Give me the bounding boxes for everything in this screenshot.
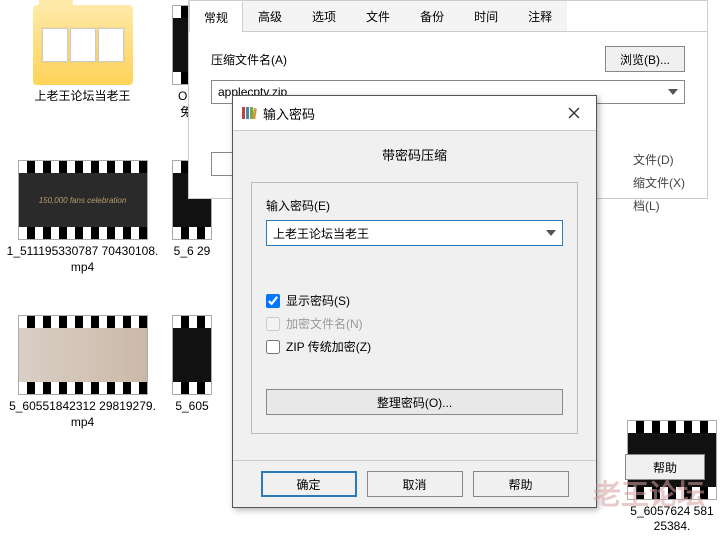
item-label: 5_60551842312 29819279.mp4	[5, 399, 160, 430]
folder-item[interactable]: 上老王论坛当老王	[5, 5, 160, 120]
right-options: 文件(D) 缩文件(X) 档(L)	[633, 151, 685, 214]
show-password-checkbox[interactable]	[266, 294, 280, 308]
books-icon	[241, 105, 257, 121]
tab-general[interactable]: 常规	[189, 1, 243, 32]
dialog-footer: 确定 取消 帮助	[233, 460, 596, 507]
tab-files[interactable]: 文件	[351, 1, 405, 31]
zip-legacy-row[interactable]: ZIP 传统加密(Z)	[266, 338, 563, 355]
item-label: 5_6 29	[172, 244, 212, 260]
video-icon	[18, 315, 148, 395]
dialog-help-button[interactable]: 帮助	[473, 471, 569, 497]
opt-files: 文件(D)	[633, 151, 685, 168]
encrypt-names-label: 加密文件名(N)	[286, 315, 363, 332]
tab-backup[interactable]: 备份	[405, 1, 459, 31]
password-group: 输入密码(E) 显示密码(S) 加密文件名(N) ZIP 传统加密(Z) 整理密…	[251, 182, 578, 434]
tab-time[interactable]: 时间	[459, 1, 513, 31]
ok-button[interactable]: 确定	[261, 471, 357, 497]
item-label: 1_511195330787 70430108.mp4	[5, 244, 160, 275]
tab-advanced[interactable]: 高级	[243, 1, 297, 31]
dialog-subtitle: 带密码压缩	[251, 145, 578, 164]
item-label: 5_605	[172, 399, 212, 415]
video-icon	[172, 315, 212, 395]
tab-options[interactable]: 选项	[297, 1, 351, 31]
zip-legacy-label: ZIP 传统加密(Z)	[286, 338, 371, 355]
video-item[interactable]: 5_60551842312 29819279.mp4	[5, 315, 160, 430]
encrypt-names-row: 加密文件名(N)	[266, 315, 563, 332]
tab-bar: 常规 高级 选项 文件 备份 时间 注释	[189, 1, 707, 32]
password-input[interactable]	[266, 220, 563, 246]
close-icon	[568, 107, 580, 119]
organize-passwords-button[interactable]: 整理密码(O)...	[266, 389, 563, 415]
video-item[interactable]: 150,000 fans celebration 1_511195330787 …	[5, 160, 160, 275]
close-button[interactable]	[560, 102, 588, 124]
password-label: 输入密码(E)	[266, 197, 563, 214]
cancel-button[interactable]: 取消	[367, 471, 463, 497]
item-label: 上老王论坛当老王	[5, 89, 160, 105]
show-password-row[interactable]: 显示密码(S)	[266, 292, 563, 309]
zip-legacy-checkbox[interactable]	[266, 340, 280, 354]
filename-label: 压缩文件名(A)	[211, 51, 287, 68]
video-item[interactable]: 5_605	[172, 315, 212, 430]
opt-compress: 缩文件(X)	[633, 174, 685, 191]
dialog-title: 输入密码	[263, 104, 554, 123]
folder-icon	[33, 5, 133, 85]
dialog-titlebar: 输入密码	[233, 96, 596, 131]
browse-button[interactable]: 浏览(B)...	[605, 46, 685, 72]
tab-comment[interactable]: 注释	[513, 1, 567, 31]
video-icon: 150,000 fans celebration	[18, 160, 148, 240]
opt-archive: 档(L)	[633, 197, 685, 214]
item-label: 5_6057624 58125384.	[627, 504, 717, 535]
archive-help-button[interactable]: 帮助	[625, 454, 705, 480]
password-dialog: 输入密码 带密码压缩 输入密码(E) 显示密码(S) 加密文件名(N) ZIP …	[232, 95, 597, 508]
encrypt-names-checkbox	[266, 317, 280, 331]
show-password-label: 显示密码(S)	[286, 292, 350, 309]
